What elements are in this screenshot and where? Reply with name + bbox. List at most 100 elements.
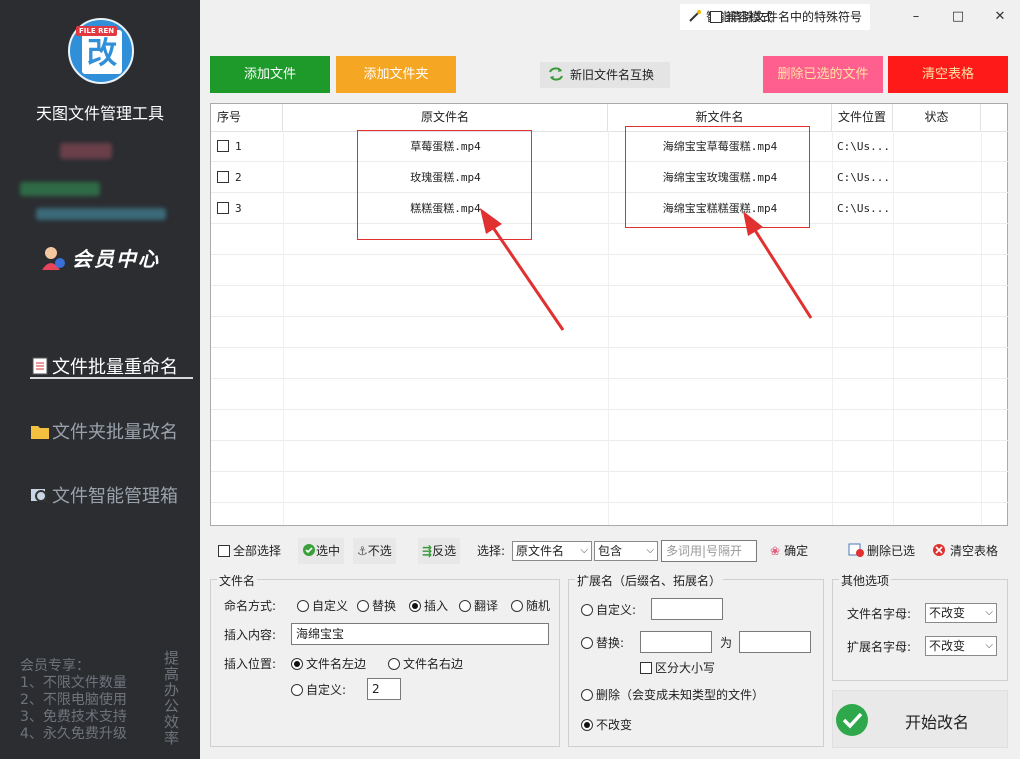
insert-content-input[interactable]: 海绵宝宝 bbox=[291, 623, 549, 645]
row-location: C:\Us... bbox=[837, 202, 890, 215]
ext-case-select[interactable]: 不改变 ⌵ bbox=[925, 636, 997, 656]
chevron-down-icon: ⌵ bbox=[580, 545, 588, 556]
select-all-checkbox[interactable] bbox=[218, 545, 230, 557]
col-header-location[interactable]: 文件位置 bbox=[832, 104, 893, 131]
filter-input[interactable]: 多词用|号隔开 bbox=[661, 540, 757, 562]
mode-radio-translate[interactable]: 翻译 bbox=[459, 596, 498, 616]
check-icon bbox=[836, 704, 868, 736]
empty-row bbox=[211, 441, 1008, 472]
perk-line: 2、不限电脑使用 bbox=[20, 692, 127, 708]
add-file-button[interactable]: 添加文件 bbox=[210, 56, 330, 93]
mode-radio-replace[interactable]: 替换 bbox=[357, 596, 396, 616]
confirm-icon: ❀ bbox=[770, 544, 781, 558]
mode-radio-insert[interactable]: 插入 bbox=[409, 596, 448, 616]
table-row[interactable]: 1 草莓蛋糕.mp4 海绵宝宝草莓蛋糕.mp4 C:\Us... bbox=[211, 131, 1008, 162]
empty-row bbox=[211, 379, 1008, 410]
select-button[interactable]: 选中 bbox=[298, 538, 345, 564]
mode-radio-custom[interactable]: 自定义 bbox=[297, 596, 348, 616]
file-table[interactable]: 序号 原文件名 新文件名 文件位置 状态 1 草莓蛋糕.mp4 海绵宝宝草莓蛋糕… bbox=[210, 103, 1008, 526]
nav-batch-rename[interactable]: 文件批量重命名 bbox=[30, 353, 178, 379]
ext-custom-input[interactable] bbox=[651, 598, 723, 620]
nav-smart-box[interactable]: 文件智能管理箱 bbox=[30, 482, 178, 508]
col-header-status[interactable]: 状态 bbox=[893, 104, 981, 131]
add-folder-button[interactable]: 添加文件夹 bbox=[336, 56, 456, 93]
row-index: 2 bbox=[235, 171, 242, 184]
unselect-label: 不选 bbox=[367, 544, 392, 558]
chevron-down-icon: ⌵ bbox=[985, 607, 993, 618]
title-bar: 智能清除文件名中的特殊符号 兼容模式 – □ ✕ bbox=[200, 0, 1020, 36]
selection-toolbar: 全部选择 选中 ⚓不选 ⇶反选 选择: 原文件名 ⌵ 包含 ⌵ 多词用|号隔开 ❀ 确… bbox=[210, 538, 1008, 564]
chevron-down-icon: ⌵ bbox=[985, 640, 993, 651]
document-icon bbox=[32, 357, 48, 375]
pos-radio-custom[interactable]: 自定义: bbox=[291, 680, 346, 700]
pos-custom-input[interactable]: 2 bbox=[367, 678, 401, 700]
empty-row bbox=[211, 348, 1008, 379]
unselect-button[interactable]: ⚓不选 bbox=[353, 538, 396, 564]
compat-checkbox[interactable] bbox=[710, 11, 722, 23]
select-all-toggle[interactable]: 全部选择 bbox=[218, 538, 281, 564]
row-checkbox[interactable] bbox=[217, 162, 232, 193]
logo-tag: FILE REN bbox=[76, 26, 118, 36]
row-status bbox=[893, 162, 981, 193]
ext-radio-custom[interactable]: 自定义: bbox=[581, 600, 636, 620]
filename-case-select[interactable]: 不改变 ⌵ bbox=[925, 603, 997, 623]
member-center-label: 会员中心 bbox=[72, 247, 160, 271]
row-checkbox[interactable] bbox=[217, 131, 232, 162]
confirm-label: 确定 bbox=[784, 544, 809, 558]
col-divider bbox=[981, 131, 982, 525]
close-button[interactable]: ✕ bbox=[988, 6, 1012, 28]
ext-radio-delete[interactable]: 删除（会变成未知类型的文件） bbox=[581, 685, 764, 705]
member-center[interactable]: 会员中心 bbox=[42, 243, 160, 272]
compat-label: 兼容模式 bbox=[725, 10, 774, 24]
swap-names-button[interactable]: 新旧文件名互换 bbox=[540, 62, 670, 88]
app-title: 天图文件管理工具 bbox=[35, 104, 164, 123]
filter-field-select[interactable]: 原文件名 ⌵ bbox=[512, 541, 592, 561]
minimize-button[interactable]: – bbox=[904, 6, 928, 28]
clear-table-button[interactable]: 清空表格 bbox=[888, 56, 1008, 93]
ext-radio-unchanged[interactable]: 不改变 bbox=[581, 715, 632, 735]
filter-mode-select[interactable]: 包含 ⌵ bbox=[594, 541, 658, 561]
mode-radio-random[interactable]: 随机 bbox=[511, 596, 550, 616]
filename-group-title: 文件名 bbox=[217, 572, 258, 589]
start-rename-button[interactable]: 开始改名 bbox=[832, 690, 1008, 748]
select-label: 选中 bbox=[316, 544, 341, 558]
slogan-vertical: 提高办公效率 bbox=[164, 649, 180, 747]
invert-label: 反选 bbox=[432, 544, 457, 558]
ext-case-label: 扩展名字母: bbox=[847, 640, 912, 654]
pos-radio-right[interactable]: 文件名右边 bbox=[388, 654, 463, 674]
pos-radio-left[interactable]: 文件名左边 bbox=[291, 654, 366, 674]
maximize-button[interactable]: □ bbox=[946, 6, 970, 28]
ext-replace-to-input[interactable] bbox=[739, 631, 811, 653]
perk-line: 4、永久免费升级 bbox=[20, 726, 127, 742]
row-checkbox[interactable] bbox=[217, 193, 232, 224]
ext-replace-from-input[interactable] bbox=[640, 631, 712, 653]
invert-button[interactable]: ⇶反选 bbox=[418, 538, 461, 564]
table-row[interactable]: 2 玫瑰蛋糕.mp4 海绵宝宝玫瑰蛋糕.mp4 C:\Us... bbox=[211, 162, 1008, 193]
empty-row bbox=[211, 255, 1008, 286]
empty-row bbox=[211, 286, 1008, 317]
clear-table-small-button[interactable]: 清空表格 bbox=[932, 538, 998, 564]
nav-label: 文件夹批量改名 bbox=[52, 422, 178, 443]
col-divider bbox=[893, 131, 894, 525]
app-logo: 改 FILE REN bbox=[68, 18, 134, 84]
col-header-index[interactable]: 序号 bbox=[211, 104, 283, 131]
col-divider bbox=[832, 131, 833, 525]
promo-link[interactable]: 智能清除文件名中的特殊符号 bbox=[680, 4, 871, 30]
confirm-button[interactable]: ❀ 确定 bbox=[766, 538, 812, 564]
nav-label: 文件智能管理箱 bbox=[52, 486, 178, 507]
select-all-label: 全部选择 bbox=[233, 544, 282, 558]
table-row[interactable]: 3 糕糕蛋糕.mp4 海绵宝宝糕糕蛋糕.mp4 C:\Us... bbox=[211, 193, 1008, 224]
ext-radio-replace[interactable]: 替换: bbox=[581, 633, 624, 653]
nav-label: 文件批量重命名 bbox=[52, 357, 178, 378]
col-header-original[interactable]: 原文件名 bbox=[283, 104, 608, 131]
col-divider bbox=[608, 131, 609, 525]
sidebar: 改 FILE REN 天图文件管理工具 会员中心 文件批量重命名 文件夹批量改名 bbox=[0, 0, 200, 759]
col-divider bbox=[283, 131, 284, 525]
delete-selected-button[interactable]: 删除已选 bbox=[848, 538, 915, 564]
case-sensitive-toggle[interactable]: 区分大小写 bbox=[640, 658, 715, 678]
delete-selected-files-button[interactable]: 删除已选的文件 bbox=[763, 56, 883, 93]
nav-active-underline bbox=[30, 377, 193, 379]
magnifier-icon bbox=[31, 489, 50, 504]
nav-folder-rename[interactable]: 文件夹批量改名 bbox=[30, 418, 178, 444]
compat-mode-toggle[interactable]: 兼容模式 bbox=[710, 8, 773, 25]
